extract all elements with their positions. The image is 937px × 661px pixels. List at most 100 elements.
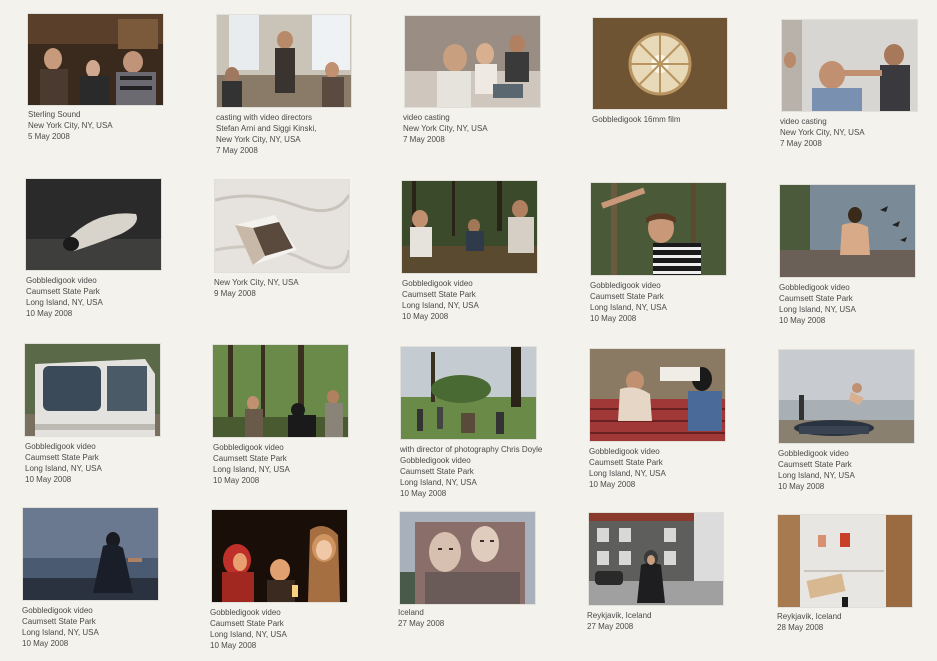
photo-caption: New York City, NY, USA 9 May 2008 — [214, 277, 299, 299]
photo-16mm-film — [593, 18, 727, 109]
photo-caption: Gobbledigook video Caumsett State Park L… — [26, 275, 103, 319]
caption-line: 10 May 2008 — [213, 476, 260, 485]
caption-line: Gobbledigook video — [590, 281, 661, 290]
photo-shore-figure — [780, 185, 915, 277]
caption-line: 10 May 2008 — [402, 312, 449, 321]
caption-line: Caumsett State Park — [400, 467, 474, 476]
photo-caption: Gobbledigook video Caumsett State Park L… — [402, 278, 479, 322]
caption-line: Long Island, NY, USA — [22, 628, 99, 637]
photo-caption: Iceland 27 May 2008 — [398, 607, 444, 629]
caption-line: 28 May 2008 — [777, 623, 824, 632]
caption-line: Caumsett State Park — [25, 453, 99, 462]
photo-reykjavik-street — [589, 513, 723, 605]
caption-line: Caumsett State Park — [779, 294, 853, 303]
photo-striped-shirt — [591, 183, 726, 275]
caption-line: Caumsett State Park — [590, 292, 664, 301]
photo-caption: Gobbledigook video Caumsett State Park L… — [213, 442, 290, 486]
caption-line: Long Island, NY, USA — [26, 298, 103, 307]
photo-chris-doyle — [401, 347, 536, 439]
caption-line: Gobbledigook video — [589, 447, 660, 456]
photo-forest-crew — [213, 345, 348, 437]
caption-line: 10 May 2008 — [400, 489, 447, 498]
caption-line: Caumsett State Park — [26, 287, 100, 296]
caption-line: Reykjavik, Iceland — [587, 611, 652, 620]
caption-line: Stefan Arni and Siggi Kinski, — [216, 124, 317, 133]
caption-line: with director of photography Chris Doyle — [400, 445, 543, 454]
caption-line: 7 May 2008 — [780, 139, 822, 148]
caption-line: Long Island, NY, USA — [213, 465, 290, 474]
caption-line: video casting — [780, 117, 827, 126]
photo-caption: Gobbledigook video Caumsett State Park L… — [210, 607, 287, 651]
caption-line: Gobbledigook 16mm film — [592, 115, 681, 124]
caption-line: Caumsett State Park — [589, 458, 663, 467]
photo-caption: casting with video directors Stefan Arni… — [216, 112, 317, 156]
caption-line: Gobbledigook video — [402, 279, 473, 288]
photo-trampoline — [779, 350, 914, 443]
caption-line: Caumsett State Park — [213, 454, 287, 463]
caption-line: 10 May 2008 — [25, 475, 72, 484]
photo-fire-group — [212, 510, 347, 602]
caption-line: 5 May 2008 — [28, 132, 70, 141]
photo-caption: Reykjavik, Iceland 27 May 2008 — [587, 610, 651, 632]
photo-caption: Gobbledigook video Caumsett State Park L… — [589, 446, 666, 490]
caption-line: Long Island, NY, USA — [778, 471, 855, 480]
caption-line: New York City, NY, USA — [28, 121, 113, 130]
caption-line: New York City, NY, USA — [214, 278, 299, 287]
caption-line: 7 May 2008 — [403, 135, 445, 144]
caption-line: 10 May 2008 — [210, 641, 257, 650]
caption-line: Sterling Sound — [28, 110, 81, 119]
caption-line: Long Island, NY, USA — [402, 301, 479, 310]
photo-casting-directors — [217, 15, 351, 107]
photo-caption: Gobbledigook video Caumsett State Park L… — [590, 280, 667, 324]
caption-line: 7 May 2008 — [216, 146, 258, 155]
photo-caption: video casting New York City, NY, USA 7 M… — [403, 112, 488, 145]
photo-caption: Reykjavik, Iceland 28 May 2008 — [777, 611, 841, 633]
caption-line: 10 May 2008 — [779, 316, 826, 325]
caption-line: Long Island, NY, USA — [210, 630, 287, 639]
photo-white-van — [25, 344, 160, 436]
caption-line: Caumsett State Park — [402, 290, 476, 299]
caption-line: Caumsett State Park — [778, 460, 852, 469]
caption-line: Caumsett State Park — [22, 617, 96, 626]
caption-line: 9 May 2008 — [214, 289, 256, 298]
photo-iceland-mural — [400, 512, 535, 604]
photo-caption: Sterling Sound New York City, NY, USA 5 … — [28, 109, 113, 142]
photo-lying-figure — [26, 179, 161, 270]
caption-line: 10 May 2008 — [589, 480, 636, 489]
caption-line: New York City, NY, USA — [780, 128, 865, 137]
caption-line: 27 May 2008 — [398, 619, 445, 628]
photo-sterling-sound — [28, 14, 163, 105]
caption-line: Long Island, NY, USA — [779, 305, 856, 314]
caption-line: New York City, NY, USA — [216, 135, 301, 144]
photo-bed-book — [215, 180, 349, 272]
caption-line: Reykjavik, Iceland — [777, 612, 842, 621]
caption-line: Gobbledigook video — [778, 449, 849, 458]
photo-caption: with director of photography Chris Doyle… — [400, 444, 542, 499]
photo-dusk-figure — [23, 508, 158, 600]
photo-caption: Gobbledigook video Caumsett State Park L… — [779, 282, 856, 326]
caption-line: 27 May 2008 — [587, 622, 634, 631]
photo-caption: Gobbledigook video Caumsett State Park L… — [22, 605, 99, 649]
caption-line: Gobbledigook video — [779, 283, 850, 292]
photo-forest-group — [402, 181, 537, 273]
caption-line: Iceland — [398, 608, 424, 617]
caption-line: Caumsett State Park — [210, 619, 284, 628]
caption-line: Long Island, NY, USA — [400, 478, 477, 487]
photo-video-casting-2 — [782, 20, 917, 111]
photo-video-casting-1 — [405, 16, 540, 107]
caption-line: 10 May 2008 — [590, 314, 637, 323]
caption-line: New York City, NY, USA — [403, 124, 488, 133]
caption-line: Gobbledigook video — [26, 276, 97, 285]
caption-line: video casting — [403, 113, 450, 122]
photo-picnic-group — [590, 349, 725, 441]
caption-line: casting with video directors — [216, 113, 313, 122]
caption-line: Gobbledigook video — [400, 456, 471, 465]
caption-line: Gobbledigook video — [210, 608, 281, 617]
caption-line: 10 May 2008 — [778, 482, 825, 491]
caption-line: Long Island, NY, USA — [25, 464, 102, 473]
photo-caption: Gobbledigook 16mm film — [592, 114, 680, 125]
photo-caption: video casting New York City, NY, USA 7 M… — [780, 116, 865, 149]
caption-line: Gobbledigook video — [22, 606, 93, 615]
photo-reykjavik-room — [778, 515, 912, 607]
caption-line: Gobbledigook video — [25, 442, 96, 451]
